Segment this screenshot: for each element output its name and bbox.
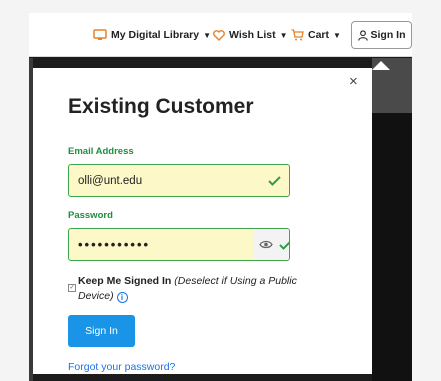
- check-icon: [279, 240, 289, 250]
- nav-cart-label: Cart: [308, 29, 330, 41]
- password-actions: [253, 229, 289, 260]
- nav-library-label: My Digital Library: [111, 29, 200, 41]
- password-label: Password: [68, 210, 113, 221]
- chevron-down-icon: ▼: [333, 30, 341, 40]
- browser-frame: My Digital Library ▼ Wish List ▼ Cart ▼ …: [29, 13, 412, 381]
- nav-my-digital-library[interactable]: My Digital Library ▼: [93, 13, 211, 57]
- chevron-down-icon: ▼: [279, 30, 288, 40]
- nav-sign-in-button[interactable]: Sign In: [351, 21, 412, 49]
- nav-sign-in-label: Sign In: [370, 29, 406, 41]
- nav-wish-list[interactable]: Wish List ▼: [213, 13, 288, 57]
- panel-title: Existing Customer: [68, 95, 254, 118]
- password-field[interactable]: [69, 229, 253, 260]
- check-icon: [268, 175, 289, 186]
- heart-icon: [213, 29, 225, 41]
- nav-cart[interactable]: Cart ▼: [291, 13, 341, 57]
- eye-icon[interactable]: [259, 240, 273, 249]
- sign-in-button[interactable]: Sign In: [68, 315, 135, 347]
- keep-signed-in-checkbox[interactable]: ✓: [68, 284, 76, 292]
- cart-icon: [291, 29, 304, 41]
- keep-signed-in-row: ✓ Keep Me Signed In (Deselect if Using a…: [68, 274, 308, 304]
- email-field[interactable]: [69, 165, 268, 196]
- user-icon: [357, 29, 368, 41]
- forgot-password-link[interactable]: Forgot your password?: [68, 361, 175, 373]
- backdrop-dark: [372, 113, 412, 381]
- password-field-wrapper: [68, 228, 290, 261]
- keep-signed-in-label: Keep Me Signed In: [78, 275, 172, 287]
- close-icon[interactable]: ×: [349, 74, 358, 89]
- panel-pointer: [372, 61, 390, 70]
- sign-in-panel: × Existing Customer Email Address Passwo…: [33, 68, 372, 374]
- top-navbar: My Digital Library ▼ Wish List ▼ Cart ▼ …: [29, 13, 412, 57]
- nav-wishlist-label: Wish List: [229, 29, 276, 41]
- email-label: Email Address: [68, 146, 134, 157]
- monitor-icon: [93, 29, 107, 41]
- info-icon[interactable]: i: [116, 292, 128, 303]
- keep-signed-in-text: Keep Me Signed In (Deselect if Using a P…: [68, 274, 308, 304]
- email-field-wrapper: [68, 164, 290, 197]
- chevron-down-icon: ▼: [203, 30, 212, 40]
